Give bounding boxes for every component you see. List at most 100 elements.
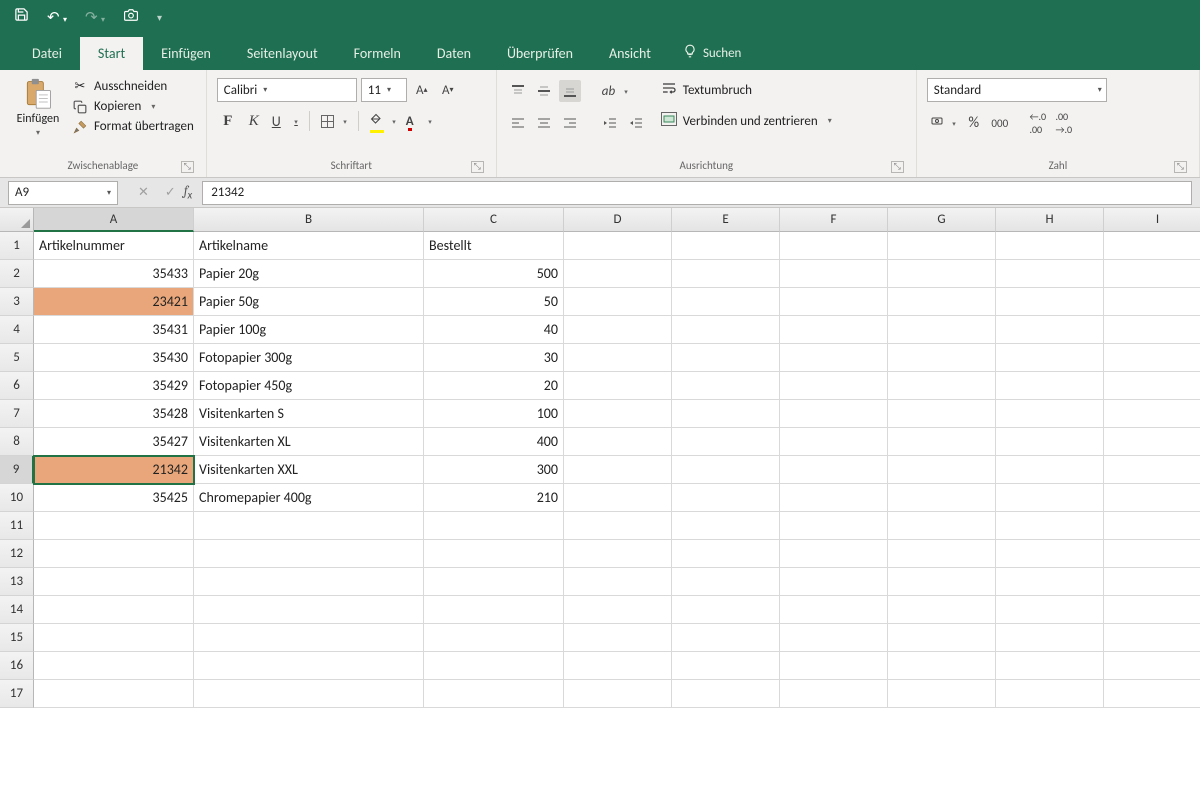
column-header-I[interactable]: I [1104,208,1200,232]
format-painter-button[interactable]: Format übertragen [70,118,196,135]
cell-E8[interactable] [672,428,780,456]
cell-D2[interactable] [564,260,672,288]
cell-E17[interactable] [672,680,780,708]
row-header-8[interactable]: 8 [0,428,34,456]
cell-B17[interactable] [194,680,424,708]
row-header-16[interactable]: 16 [0,652,34,680]
cell-G7[interactable] [888,400,996,428]
cell-B7[interactable]: Visitenkarten S [194,400,424,428]
cell-A10[interactable]: 35425 [34,484,194,512]
dialog-launcher-icon[interactable]: ⤡ [1174,161,1187,173]
cell-D11[interactable] [564,512,672,540]
column-header-D[interactable]: D [564,208,672,232]
row-header-12[interactable]: 12 [0,540,34,568]
cell-E15[interactable] [672,624,780,652]
font-size-combo[interactable]: 11▾ [361,78,407,102]
cell-E3[interactable] [672,288,780,316]
cell-E5[interactable] [672,344,780,372]
merge-center-button[interactable]: Verbinden und zentrieren ▾ [661,112,832,130]
number-format-combo[interactable]: Standard▾ [927,78,1107,102]
cell-F1[interactable] [780,232,888,260]
tab-seitenlayout[interactable]: Seitenlayout [229,37,336,70]
cell-D4[interactable] [564,316,672,344]
align-middle-button[interactable] [533,80,555,102]
row-header-10[interactable]: 10 [0,484,34,512]
save-icon[interactable] [14,7,29,27]
cell-H3[interactable] [996,288,1104,316]
tab-start[interactable]: Start [80,37,143,70]
cell-G16[interactable] [888,652,996,680]
cell-E7[interactable] [672,400,780,428]
cell-C15[interactable] [424,624,564,652]
column-header-H[interactable]: H [996,208,1104,232]
cell-A12[interactable] [34,540,194,568]
bold-button[interactable]: F [217,110,239,132]
cell-F2[interactable] [780,260,888,288]
tab-daten[interactable]: Daten [419,37,489,70]
tab-einfuegen[interactable]: Einfügen [143,37,229,70]
cell-E13[interactable] [672,568,780,596]
align-bottom-button[interactable] [559,80,581,102]
cell-H7[interactable] [996,400,1104,428]
cell-A5[interactable]: 35430 [34,344,194,372]
cell-B16[interactable] [194,652,424,680]
cell-D13[interactable] [564,568,672,596]
tab-ansicht[interactable]: Ansicht [591,37,669,70]
cell-C8[interactable]: 400 [424,428,564,456]
align-center-button[interactable] [533,112,555,134]
cell-E2[interactable] [672,260,780,288]
cell-I9[interactable] [1104,456,1200,484]
tab-datei[interactable]: Datei [14,37,80,70]
align-right-button[interactable] [559,112,581,134]
cell-D16[interactable] [564,652,672,680]
tab-formeln[interactable]: Formeln [336,37,419,70]
cell-D3[interactable] [564,288,672,316]
cell-I5[interactable] [1104,344,1200,372]
cell-F10[interactable] [780,484,888,512]
paste-button[interactable]: Einfügen ▾ [10,76,66,155]
cell-F17[interactable] [780,680,888,708]
row-header-13[interactable]: 13 [0,568,34,596]
cell-B6[interactable]: Fotopapier 450g [194,372,424,400]
cell-H10[interactable] [996,484,1104,512]
cell-I15[interactable] [1104,624,1200,652]
row-header-5[interactable]: 5 [0,344,34,372]
cell-D5[interactable] [564,344,672,372]
cell-H2[interactable] [996,260,1104,288]
cell-D10[interactable] [564,484,672,512]
cell-B8[interactable]: Visitenkarten XL [194,428,424,456]
cell-H4[interactable] [996,316,1104,344]
cell-G9[interactable] [888,456,996,484]
cell-A13[interactable] [34,568,194,596]
cell-G13[interactable] [888,568,996,596]
column-header-B[interactable]: B [194,208,424,232]
align-top-button[interactable] [507,80,529,102]
cell-G15[interactable] [888,624,996,652]
column-header-C[interactable]: C [424,208,564,232]
fill-color-button[interactable]: ▾ [367,110,399,132]
cell-H8[interactable] [996,428,1104,456]
cell-I2[interactable] [1104,260,1200,288]
cell-A17[interactable] [34,680,194,708]
row-header-11[interactable]: 11 [0,512,34,540]
cell-F8[interactable] [780,428,888,456]
cell-G5[interactable] [888,344,996,372]
row-header-9[interactable]: 9 [0,456,34,484]
cell-A8[interactable]: 35427 [34,428,194,456]
cell-F9[interactable] [780,456,888,484]
camera-icon[interactable] [123,8,139,27]
cell-G1[interactable] [888,232,996,260]
formula-input[interactable]: 21342 [202,181,1192,205]
cell-A7[interactable]: 35428 [34,400,194,428]
cell-C5[interactable]: 30 [424,344,564,372]
cell-I11[interactable] [1104,512,1200,540]
align-left-button[interactable] [507,112,529,134]
cell-A14[interactable] [34,596,194,624]
select-all-corner[interactable] [0,208,34,232]
cell-B5[interactable]: Fotopapier 300g [194,344,424,372]
cell-E6[interactable] [672,372,780,400]
cell-C3[interactable]: 50 [424,288,564,316]
cell-C12[interactable] [424,540,564,568]
cancel-formula-button[interactable]: ✕ [138,185,149,200]
cell-H16[interactable] [996,652,1104,680]
